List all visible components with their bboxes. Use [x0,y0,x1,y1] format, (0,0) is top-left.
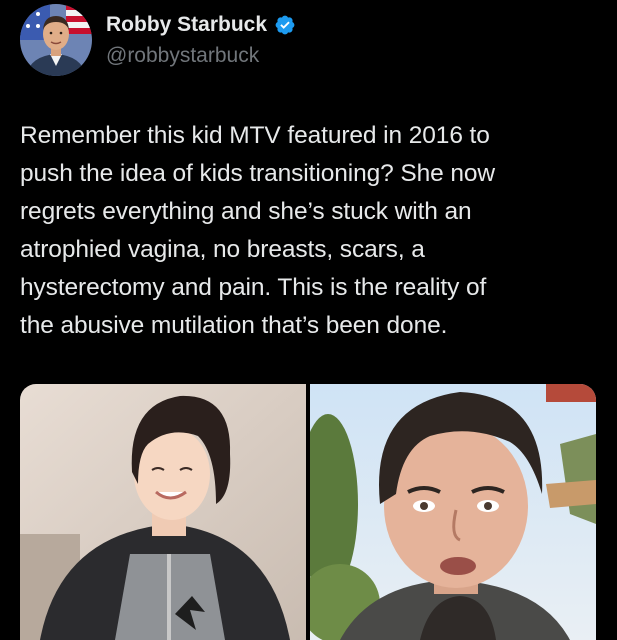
author-handle[interactable]: @robbystarbuck [106,44,259,68]
photo-teen-smiling-icon [20,384,306,640]
media-grid [20,384,596,640]
photo-selfie-outdoor-icon [310,384,596,640]
tweet[interactable]: Robby Starbuck @robbystarbuck Remember t… [0,0,617,640]
media-photo-1[interactable] [20,384,306,640]
author-name-row: Robby Starbuck [106,13,296,37]
verified-badge-icon [274,14,296,36]
author-display-name[interactable]: Robby Starbuck [106,13,267,37]
author-avatar[interactable] [20,4,92,76]
profile-photo-icon [20,4,92,76]
tweet-text: Remember this kid MTV featured in 2016 t… [20,122,496,339]
media-photo-2[interactable] [310,384,596,640]
